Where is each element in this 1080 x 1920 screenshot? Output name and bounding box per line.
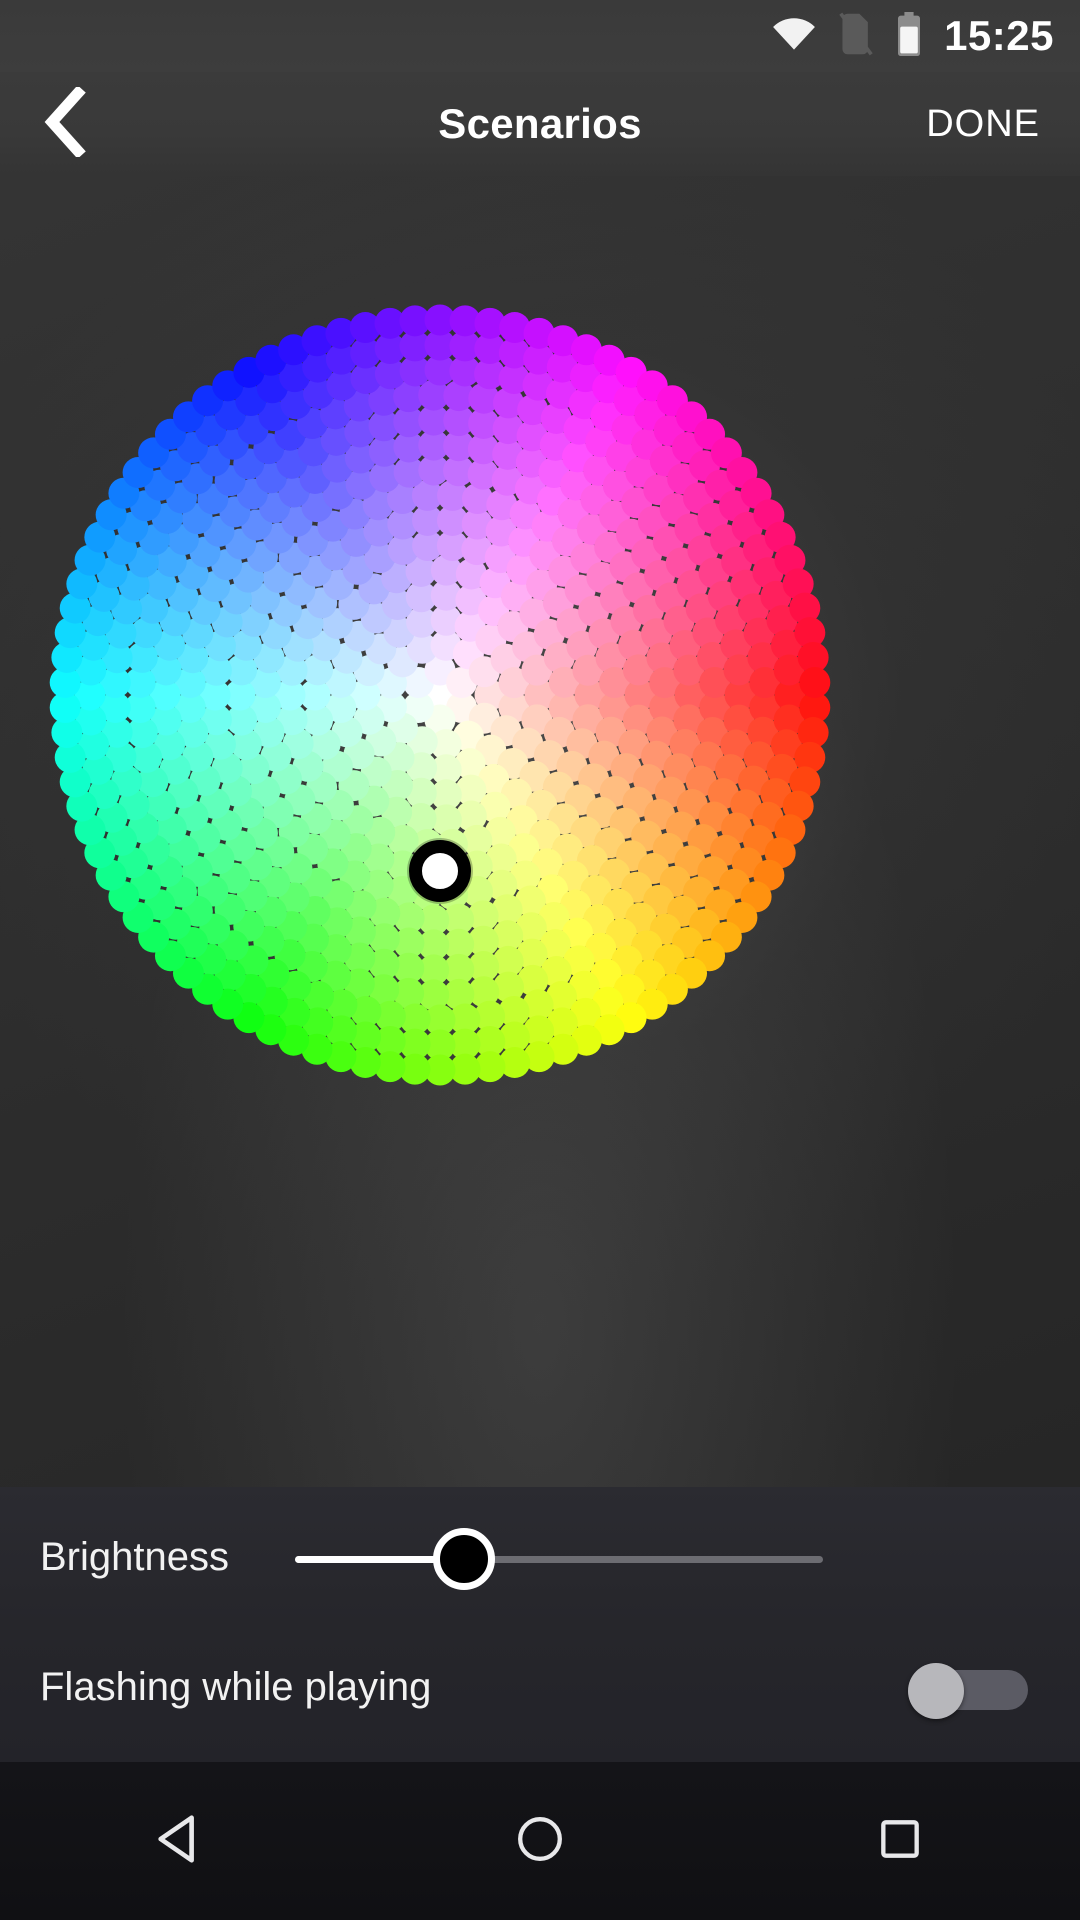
wifi-icon bbox=[772, 17, 816, 56]
flashing-toggle[interactable] bbox=[908, 1663, 1028, 1719]
color-wheel-dots[interactable] bbox=[30, 285, 850, 1105]
flashing-toggle-thumb[interactable] bbox=[908, 1663, 964, 1719]
triangle-left-icon bbox=[151, 1810, 209, 1873]
brightness-row: Brightness bbox=[0, 1497, 1080, 1617]
back-button[interactable] bbox=[44, 72, 134, 176]
page-title: Scenarios bbox=[438, 100, 642, 147]
brightness-label: Brightness bbox=[40, 1534, 229, 1579]
done-button[interactable]: DONE bbox=[926, 72, 1040, 176]
color-picker-stage bbox=[0, 176, 1080, 1487]
app-screen: 15:25 Scenarios DONE Brightness Flashing… bbox=[0, 0, 1080, 1920]
color-wheel[interactable] bbox=[30, 285, 850, 1105]
nav-recents-button[interactable] bbox=[800, 1762, 1000, 1920]
nav-back-button[interactable] bbox=[80, 1762, 280, 1920]
brightness-slider-thumb[interactable] bbox=[432, 1528, 495, 1590]
chevron-left-icon bbox=[44, 84, 90, 162]
nav-home-button[interactable] bbox=[440, 1762, 640, 1920]
status-bar-icons bbox=[772, 11, 922, 61]
app-header: Scenarios DONE bbox=[0, 72, 1080, 176]
square-icon bbox=[875, 1814, 925, 1869]
status-bar-clock: 15:25 bbox=[944, 12, 1054, 59]
no-sim-icon bbox=[838, 12, 874, 61]
brightness-slider[interactable] bbox=[295, 1528, 823, 1590]
android-nav-bar bbox=[0, 1762, 1080, 1920]
controls-panel: Brightness Flashing while playing bbox=[0, 1487, 1080, 1762]
flashing-label: Flashing while playing bbox=[40, 1664, 432, 1709]
flashing-row: Flashing while playing bbox=[0, 1627, 1080, 1747]
battery-icon bbox=[896, 11, 922, 61]
color-selector-ring[interactable] bbox=[409, 840, 471, 902]
circle-icon bbox=[513, 1812, 567, 1871]
status-bar: 15:25 bbox=[0, 0, 1080, 72]
